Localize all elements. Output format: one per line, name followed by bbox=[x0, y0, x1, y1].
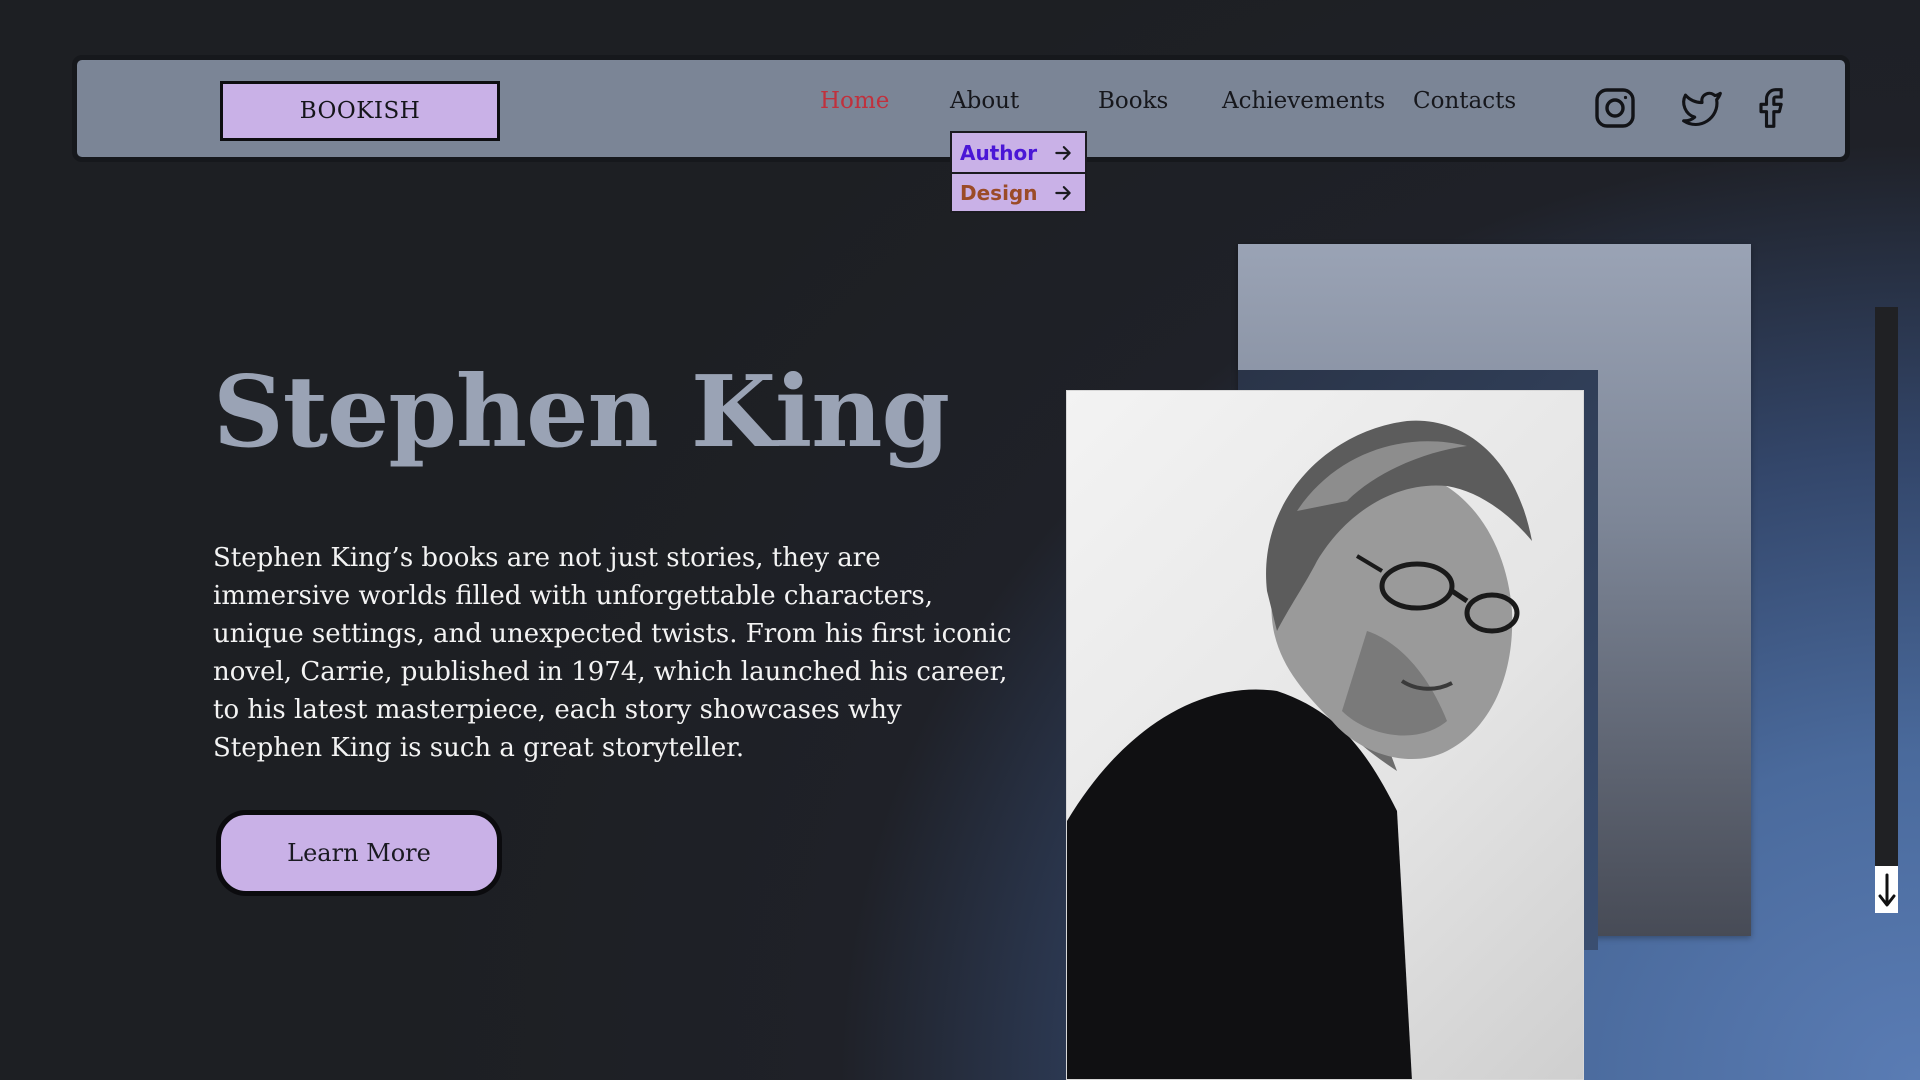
nav-home[interactable]: Home bbox=[820, 88, 889, 114]
instagram-icon[interactable] bbox=[1593, 86, 1637, 130]
nav-contacts[interactable]: Contacts bbox=[1413, 88, 1516, 114]
scroll-down-button[interactable] bbox=[1875, 866, 1898, 913]
nav-books[interactable]: Books bbox=[1098, 88, 1168, 114]
dropdown-item-author[interactable]: Author bbox=[952, 133, 1085, 172]
logo-button[interactable]: BOOKISH bbox=[220, 81, 500, 141]
dropdown-item-label: Author bbox=[960, 140, 1038, 165]
scrollbar-track[interactable] bbox=[1875, 307, 1898, 913]
dropdown-item-design[interactable]: Design bbox=[952, 172, 1085, 211]
hero-description: Stephen King’s books are not just storie… bbox=[213, 543, 1012, 763]
twitter-icon[interactable] bbox=[1680, 86, 1724, 130]
author-portrait-illustration bbox=[1067, 420, 1532, 1079]
about-dropdown: Author Design bbox=[950, 131, 1087, 213]
arrow-right-icon bbox=[1055, 185, 1071, 200]
learn-more-button[interactable]: Learn More bbox=[216, 810, 502, 896]
arrow-right-icon bbox=[1055, 145, 1071, 160]
facebook-icon[interactable] bbox=[1750, 86, 1794, 130]
arrow-down-icon bbox=[1878, 873, 1895, 906]
nav-achievements[interactable]: Achievements bbox=[1222, 88, 1385, 114]
author-portrait bbox=[1066, 390, 1584, 1080]
dropdown-item-label: Design bbox=[960, 180, 1038, 205]
hero-title: Stephen King bbox=[213, 355, 950, 470]
nav-about[interactable]: About bbox=[950, 88, 1019, 114]
